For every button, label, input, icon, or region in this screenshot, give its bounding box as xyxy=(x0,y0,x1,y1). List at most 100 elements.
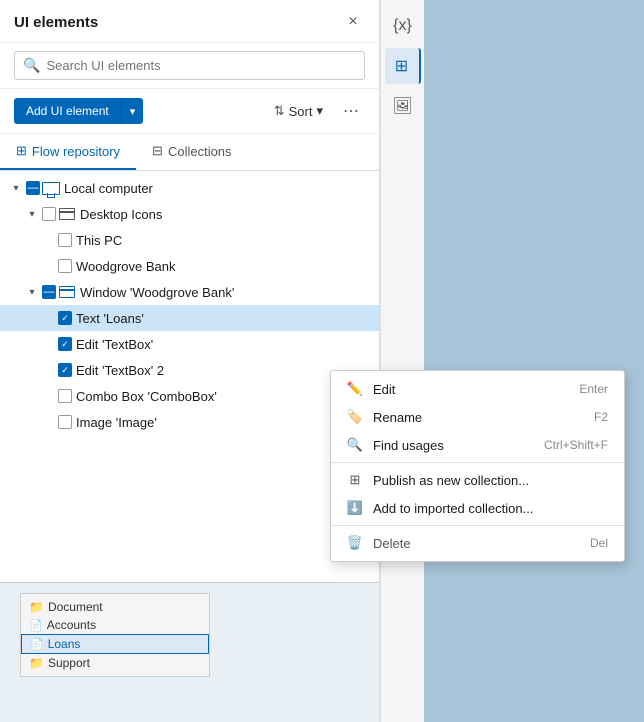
menu-item-publish[interactable]: ⊞ Publish as new collection... xyxy=(331,466,624,494)
tree-item-combo-box[interactable]: ▶ Combo Box 'ComboBox' xyxy=(0,383,379,409)
search-container: 🔍 xyxy=(0,43,379,89)
menu-label-edit: Edit xyxy=(373,382,569,397)
close-button[interactable]: × xyxy=(341,10,365,34)
sort-icon xyxy=(274,103,285,119)
preview-item-document: 📁 Document xyxy=(21,598,209,616)
doc-blue-icon: 📄 xyxy=(30,638,44,651)
doc-icon: 📄 xyxy=(29,619,43,632)
right-sidebar: {x} ⊞ 🖼 xyxy=(380,0,424,722)
shortcut-rename: F2 xyxy=(594,410,608,424)
preview-item-accounts: 📄 Accounts xyxy=(21,616,209,634)
tree-label: Edit 'TextBox' xyxy=(76,337,153,352)
pencil-icon: ✏️ xyxy=(347,381,363,397)
menu-divider-2 xyxy=(331,525,624,526)
preview-item-loans: 📄 Loans xyxy=(21,634,209,654)
menu-divider-1 xyxy=(331,462,624,463)
tree-item-local-computer[interactable]: ▾ — Local computer xyxy=(0,175,379,201)
app-preview-area: 📁 Document 📄 Accounts 📄 Loans 📁 Support xyxy=(0,582,379,722)
menu-item-find[interactable]: 🔍 Find usages Ctrl+Shift+F xyxy=(331,431,624,459)
tree-label: Image 'Image' xyxy=(76,415,157,430)
panel-title: UI elements xyxy=(14,14,98,31)
rename-icon: 🏷️ xyxy=(347,409,363,425)
search-box: 🔍 xyxy=(14,51,365,80)
preview-item-support: 📁 Support xyxy=(21,654,209,672)
tree-item-edit-textbox[interactable]: ▶ Edit 'TextBox' xyxy=(0,331,379,357)
tab-flow-repository[interactable]: ⊞ Flow repository xyxy=(0,134,136,170)
expand-icon: ▾ xyxy=(24,284,40,300)
preview-label: Document xyxy=(48,600,103,614)
shortcut-find: Ctrl+Shift+F xyxy=(544,438,608,452)
checkbox-local-computer[interactable]: — xyxy=(26,181,40,195)
tab-collections[interactable]: ⊟ Collections xyxy=(136,134,248,170)
menu-label-delete: Delete xyxy=(373,536,580,551)
app-window-preview: 📁 Document 📄 Accounts 📄 Loans 📁 Support xyxy=(20,593,210,677)
trash-icon: 🗑️ xyxy=(347,535,363,551)
sort-chevron-icon: ▾ xyxy=(316,103,323,119)
menu-label-publish: Publish as new collection... xyxy=(373,473,608,488)
checkbox-image[interactable] xyxy=(58,415,72,429)
menu-item-add-imported[interactable]: ⬇️ Add to imported collection... xyxy=(331,494,624,522)
sidebar-icon-image[interactable]: 🖼 xyxy=(385,88,421,124)
checkbox-window-woodgrove[interactable]: — xyxy=(42,285,56,299)
shortcut-delete: Del xyxy=(590,536,608,550)
search-input[interactable] xyxy=(46,58,356,73)
plus-box-icon: ⊞ xyxy=(347,472,363,488)
sort-button[interactable]: Sort ▾ xyxy=(268,99,329,123)
tab-collections-label: Collections xyxy=(168,144,232,159)
menu-label-add-imported: Add to imported collection... xyxy=(373,501,608,516)
tabs-bar: ⊞ Flow repository ⊟ Collections xyxy=(0,134,379,171)
checkbox-combo-box[interactable] xyxy=(58,389,72,403)
checkbox-text-loans[interactable] xyxy=(58,311,72,325)
tree-item-desktop-icons[interactable]: ▾ Desktop Icons xyxy=(0,201,379,227)
tree-label: Edit 'TextBox' 2 xyxy=(76,363,164,378)
tree-label: Text 'Loans' xyxy=(76,311,144,326)
menu-item-rename[interactable]: 🏷️ Rename F2 xyxy=(331,403,624,431)
toolbar: Add UI element ▾ Sort ▾ ⋯ xyxy=(0,89,379,134)
import-icon: ⬇️ xyxy=(347,500,363,516)
tree-item-text-loans[interactable]: ▶ Text 'Loans' xyxy=(0,305,379,331)
add-ui-element-dropdown-button[interactable]: ▾ xyxy=(121,98,144,124)
app-container: UI elements × 🔍 Add UI element ▾ Sort ▾ … xyxy=(0,0,644,722)
shortcut-edit: Enter xyxy=(579,382,608,396)
search-icon-menu: 🔍 xyxy=(347,437,363,453)
expand-icon: ▾ xyxy=(8,180,24,196)
tab-flow-label: Flow repository xyxy=(32,144,120,159)
tree-label: Combo Box 'ComboBox' xyxy=(76,389,217,404)
tree-item-this-pc[interactable]: ▶ This PC xyxy=(0,227,379,253)
variables-icon: {x} xyxy=(393,17,412,35)
sidebar-icon-layers[interactable]: ⊞ xyxy=(385,48,421,84)
sidebar-icon-variables[interactable]: {x} xyxy=(385,8,421,44)
tree-item-woodgrove-bank[interactable]: ▶ Woodgrove Bank xyxy=(0,253,379,279)
tree-label: Local computer xyxy=(64,181,153,196)
search-icon: 🔍 xyxy=(23,57,40,74)
image-icon: 🖼 xyxy=(392,96,412,116)
checkbox-edit-textbox[interactable] xyxy=(58,337,72,351)
collections-icon: ⊟ xyxy=(152,143,163,159)
context-menu: ✏️ Edit Enter 🏷️ Rename F2 🔍 Find usages… xyxy=(330,370,625,562)
more-options-button[interactable]: ⋯ xyxy=(337,97,365,125)
add-ui-element-button[interactable]: Add UI element xyxy=(14,98,121,124)
tree-item-image[interactable]: ▶ Image 'Image' xyxy=(0,409,379,435)
add-btn-group: Add UI element ▾ xyxy=(14,98,143,124)
tree-container[interactable]: ▾ — Local computer ▾ Desktop Icons xyxy=(0,171,379,582)
folder-icon: 📁 xyxy=(29,600,44,614)
right-content-area xyxy=(424,0,644,722)
checkbox-this-pc[interactable] xyxy=(58,233,72,247)
tree-label: Woodgrove Bank xyxy=(76,259,176,274)
left-panel: UI elements × 🔍 Add UI element ▾ Sort ▾ … xyxy=(0,0,380,722)
preview-label: Support xyxy=(48,656,90,670)
checkbox-desktop-icons[interactable] xyxy=(42,207,56,221)
folder-icon: 📁 xyxy=(29,656,44,670)
panel-header: UI elements × xyxy=(0,0,379,43)
menu-item-delete[interactable]: 🗑️ Delete Del xyxy=(331,529,624,557)
tree-label: Window 'Woodgrove Bank' xyxy=(80,285,234,300)
menu-label-rename: Rename xyxy=(373,410,584,425)
menu-item-edit[interactable]: ✏️ Edit Enter xyxy=(331,375,624,403)
menu-label-find: Find usages xyxy=(373,438,534,453)
checkbox-edit-textbox-2[interactable] xyxy=(58,363,72,377)
tree-item-edit-textbox-2[interactable]: ▶ Edit 'TextBox' 2 xyxy=(0,357,379,383)
checkbox-woodgrove-bank[interactable] xyxy=(58,259,72,273)
tree-item-window-woodgrove[interactable]: ▾ — Window 'Woodgrove Bank' xyxy=(0,279,379,305)
sort-label: Sort xyxy=(289,104,313,119)
window-icon xyxy=(58,206,76,222)
